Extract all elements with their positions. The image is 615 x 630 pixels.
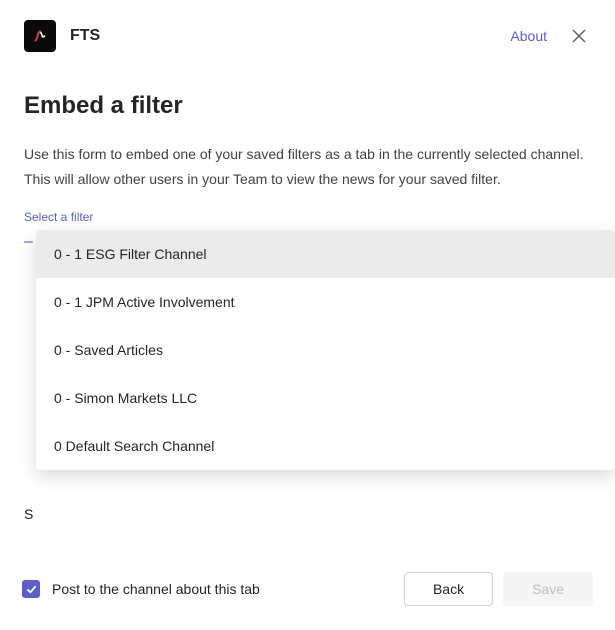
dropdown-list: 0 - 1 ESG Filter Channel0 - 1 JPM Active…	[36, 230, 615, 470]
post-checkbox-wrap[interactable]: Post to the channel about this tab	[22, 580, 404, 598]
obscured-label: S	[24, 506, 33, 522]
collapse-icon: –	[24, 234, 34, 250]
save-button[interactable]: Save	[503, 572, 593, 606]
dropdown-item[interactable]: 0 - 1 ESG Filter Channel	[36, 230, 615, 278]
page-description: Use this form to embed one of your saved…	[24, 142, 591, 192]
dialog-content: Embed a filter Use this form to embed on…	[0, 72, 615, 254]
app-title: FTS	[70, 27, 510, 45]
fts-logo-icon	[31, 27, 49, 45]
close-button[interactable]	[567, 24, 591, 48]
dropdown-item[interactable]: 0 - Saved Articles	[36, 326, 615, 374]
filter-dropdown[interactable]: – 0 - 1 ESG Filter Channel0 - 1 JPM Acti…	[24, 230, 591, 254]
dropdown-item[interactable]: 0 Default Search Channel	[36, 422, 615, 470]
filter-field-label: Select a filter	[24, 210, 591, 224]
close-icon	[571, 28, 587, 44]
dropdown-item[interactable]: 0 - 1 JPM Active Involvement	[36, 278, 615, 326]
page-title: Embed a filter	[24, 92, 591, 120]
back-button[interactable]: Back	[404, 572, 493, 606]
dialog-header: FTS About	[0, 0, 615, 72]
dialog-footer: Post to the channel about this tab Back …	[22, 572, 593, 606]
dropdown-item[interactable]: 0 - Simon Markets LLC	[36, 374, 615, 422]
app-icon	[24, 20, 56, 52]
post-checkbox-label: Post to the channel about this tab	[52, 581, 260, 597]
check-icon	[26, 584, 37, 595]
post-checkbox[interactable]	[22, 580, 40, 598]
about-link[interactable]: About	[510, 28, 547, 44]
